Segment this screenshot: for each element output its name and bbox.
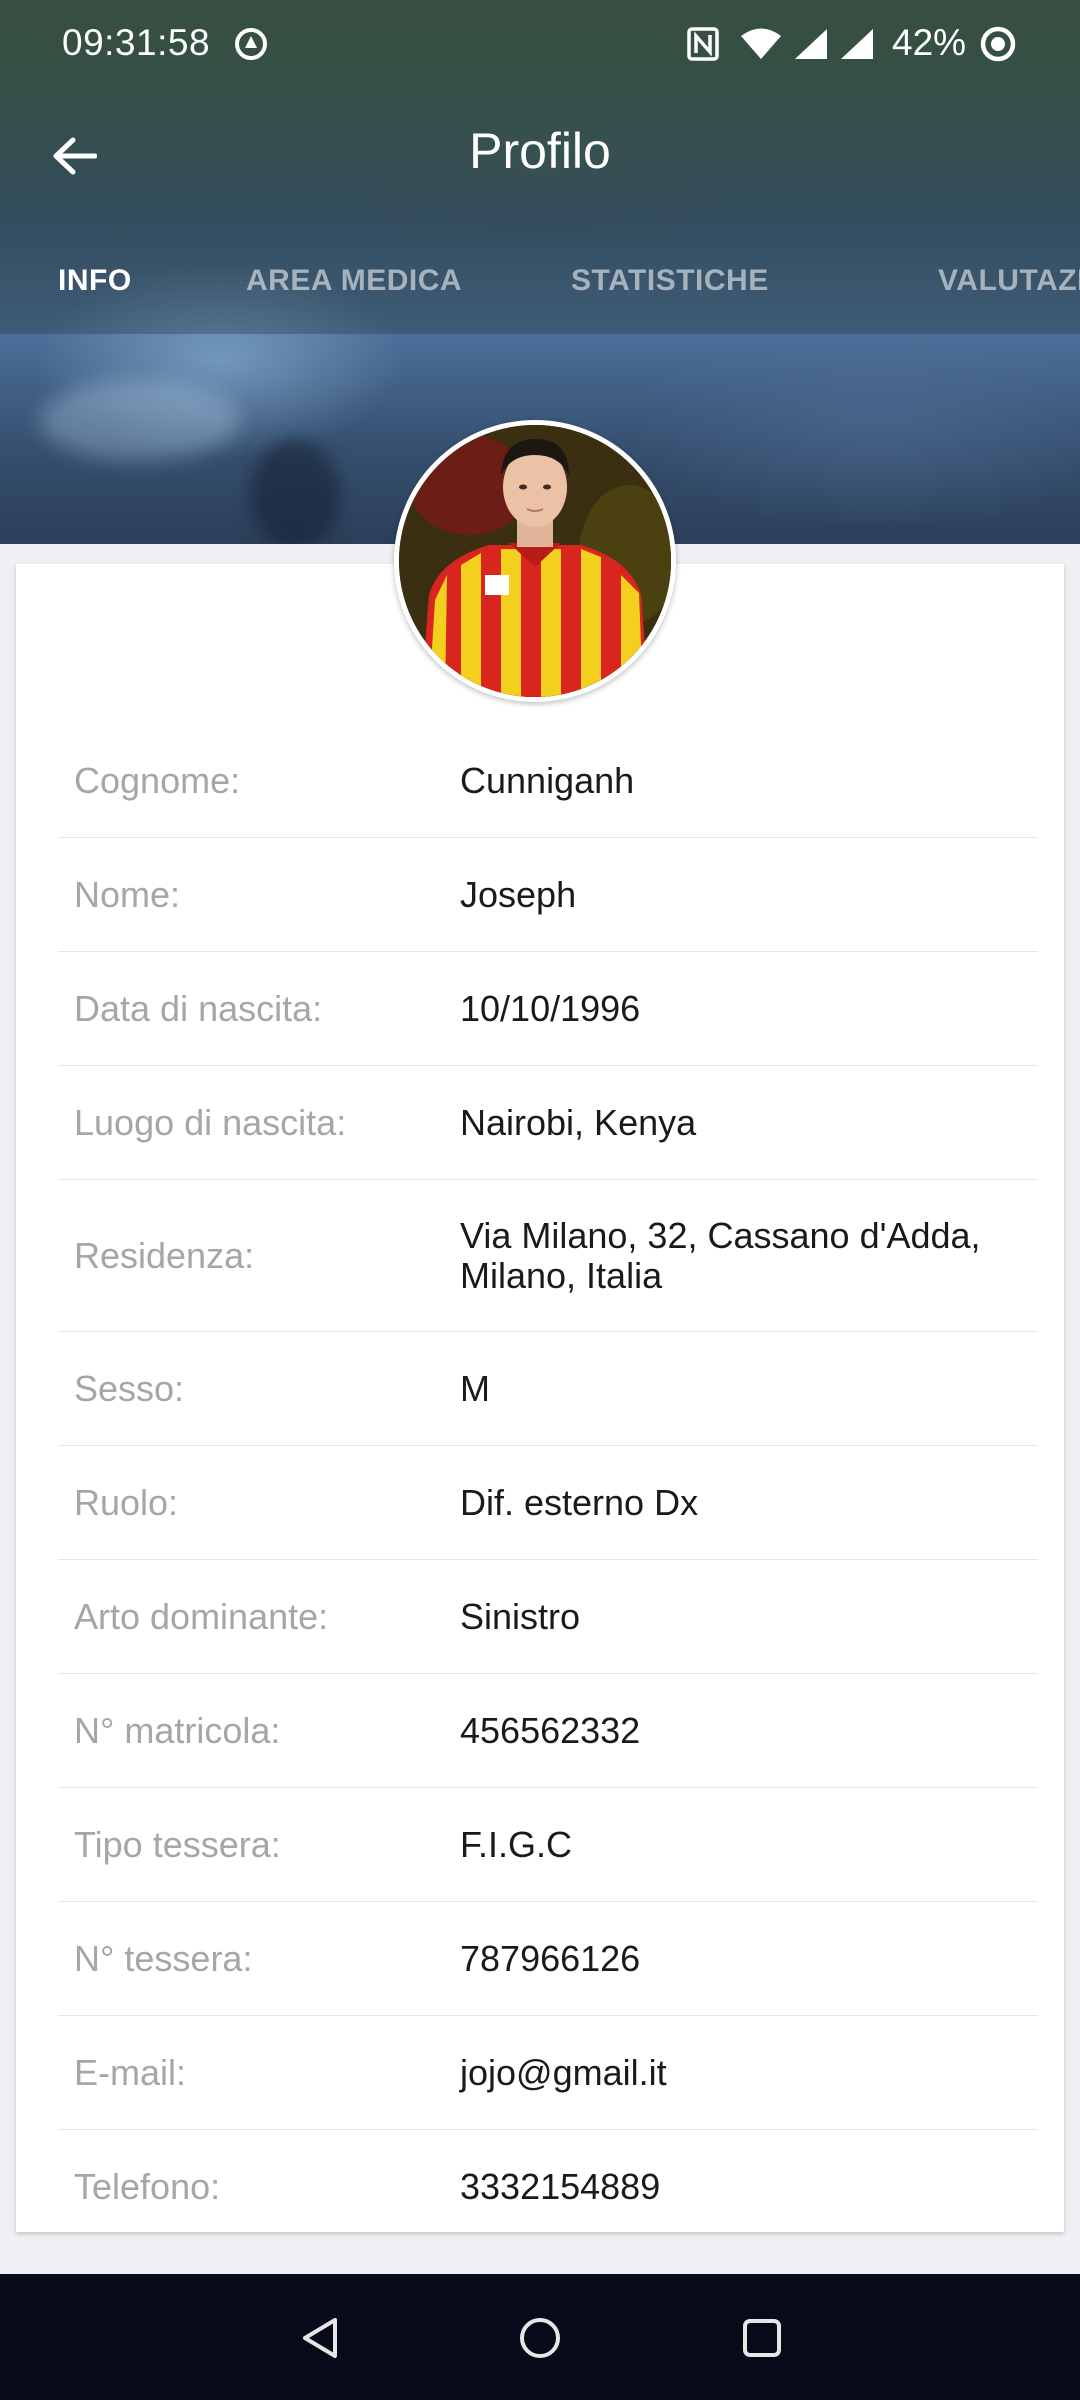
status-bar: 09:31:58 42% [0,0,1080,90]
field-row-sesso: Sesso: M [58,1332,1038,1446]
field-label: E-mail: [74,2051,187,2093]
field-row-numero-tessera: N° tessera: 787966126 [58,1902,1038,2016]
nfc-icon [686,26,720,62]
field-value: Cunniganh [460,759,635,801]
field-row-tipo-tessera: Tipo tessera: F.I.G.C [58,1788,1038,1902]
field-row-matricola: N° matricola: 456562332 [58,1674,1038,1788]
field-row-cognome: Cognome: Cunniganh [58,724,1038,838]
field-row-email: E-mail: jojo@gmail.it [58,2016,1038,2130]
header-background-blur [250,440,340,544]
sync-icon [232,26,270,62]
player-photo [399,425,671,697]
field-value: Via Milano, 32, Cassano d'Adda, Milano, … [460,1214,981,1296]
battery-icon [978,26,1018,62]
avatar[interactable] [394,420,676,702]
field-label: N° tessera: [74,1937,253,1979]
field-label: Nome: [74,873,181,915]
field-label: Sesso: [74,1367,185,1409]
wifi-icon [738,26,784,62]
field-label: Cognome: [74,759,241,801]
field-label: Residenza: [74,1234,255,1276]
battery-percent: 42% [892,22,967,63]
field-value: 787966126 [460,1937,641,1979]
back-triangle-icon [303,2318,337,2358]
signal-icon [838,26,876,62]
field-row-ruolo: Ruolo: Dif. esterno Dx [58,1446,1038,1560]
field-value: Joseph [460,873,577,915]
field-label: Telefono: [74,2165,221,2207]
nav-home-button[interactable] [510,2308,570,2368]
field-row-telefono: Telefono: 3332154889 [58,2130,1038,2243]
field-label: N° matricola: [74,1709,281,1751]
recents-square-icon [743,2319,781,2357]
tab-statistiche[interactable]: STATISTICHE [571,264,769,298]
app-bar: Profilo [0,100,1080,210]
tab-area-medica[interactable]: AREA MEDICA [246,264,462,298]
field-value: Nairobi, Kenya [460,1101,697,1143]
field-row-residenza: Residenza: Via Milano, 32, Cassano d'Add… [58,1180,1038,1332]
tab-bar: INFO AREA MEDICA STATISTICHE VALUTAZI [0,250,1080,334]
field-row-arto-dominante: Arto dominante: Sinistro [58,1560,1038,1674]
field-row-luogo-nascita: Luogo di nascita: Nairobi, Kenya [58,1066,1038,1180]
field-label: Luogo di nascita: [74,1101,347,1143]
status-time: 09:31:58 [62,22,211,63]
field-value: 456562332 [460,1709,641,1751]
nav-back-button[interactable] [290,2308,350,2368]
field-value: F.I.G.C [460,1823,573,1865]
home-circle-icon [520,2318,560,2358]
system-navigation-bar [0,2274,1080,2400]
field-row-data-nascita: Data di nascita: 10/10/1996 [58,952,1038,1066]
field-label: Tipo tessera: [74,1823,281,1865]
page-title: Profilo [469,123,611,179]
field-label: Data di nascita: [74,987,323,1029]
profile-fields-list: Cognome: Cunniganh Nome: Joseph Data di … [58,724,1038,2243]
profile-info-card: Cognome: Cunniganh Nome: Joseph Data di … [16,564,1064,2232]
field-row-nome: Nome: Joseph [58,838,1038,952]
signal-icon [792,26,830,62]
tab-valutazioni[interactable]: VALUTAZI [938,264,1080,298]
field-label: Arto dominante: [74,1595,329,1637]
field-value: 10/10/1996 [460,987,641,1029]
tab-info[interactable]: INFO [58,264,132,298]
field-value: M [460,1367,490,1409]
field-value[interactable]: 3332154889 [460,2166,1038,2207]
nav-recents-button[interactable] [732,2308,792,2368]
field-value[interactable]: jojo@gmail.it [460,2052,1038,2093]
field-label: Ruolo: [74,1481,179,1523]
field-value: Sinistro [460,1595,581,1637]
field-value: Dif. esterno Dx [460,1481,699,1523]
header-background-blur [40,380,240,460]
